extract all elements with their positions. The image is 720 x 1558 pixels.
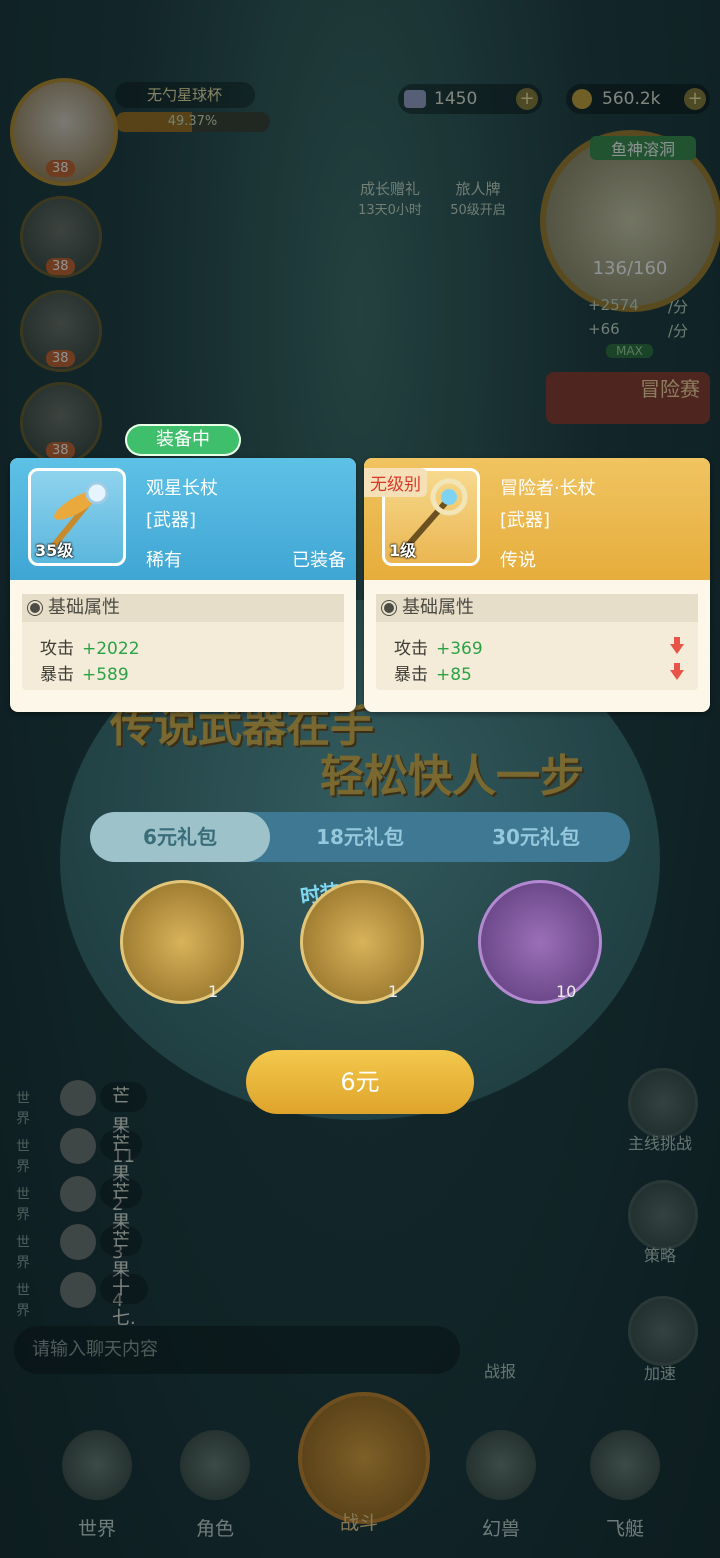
attribute-panel: 基础属性 攻击 +2022 暴击 +589	[22, 594, 344, 690]
buy-button[interactable]: 6元	[246, 1050, 474, 1114]
gift-item-staff-count: 1	[208, 982, 219, 1001]
attribute-label: 攻击	[394, 639, 428, 659]
tab-18yuan[interactable]: 18元礼包	[270, 812, 450, 862]
decrease-arrow-icon	[670, 663, 684, 680]
modal-overlay[interactable]	[0, 0, 720, 1558]
tab-30yuan[interactable]: 30元礼包	[446, 812, 626, 862]
staff-icon: 35级	[28, 468, 126, 566]
attribute-row: 攻击 +2022	[40, 634, 140, 659]
attribute-label: 暴击	[394, 665, 428, 685]
equipped-badge: 装备中	[125, 424, 241, 456]
bullet-icon	[384, 603, 394, 613]
attribute-label: 暴击	[40, 665, 74, 685]
item-name: 观星长杖	[146, 478, 218, 499]
attribute-value: +85	[436, 665, 472, 685]
item-rarity: 稀有	[146, 550, 182, 571]
attribute-row: 暴击 +589	[40, 660, 129, 685]
attribute-value: +2022	[82, 639, 140, 659]
attribute-value: +369	[436, 639, 483, 659]
attribute-row: 暴击 +85	[394, 660, 472, 685]
gift-item-book[interactable]	[478, 880, 602, 1004]
decrease-arrow-icon	[670, 637, 684, 654]
item-level: 1级	[389, 541, 417, 560]
no-class-tag: 无级别	[364, 468, 427, 497]
item-type: [武器]	[500, 510, 551, 531]
gift-item-book-count: 10	[556, 982, 577, 1001]
compare-item-card[interactable]: 无级别 1级 冒险者·长杖 [武器] 传说 基础属性 攻击 +369 暴击 +85	[364, 458, 710, 712]
gift-item-staff[interactable]	[120, 880, 244, 1004]
gift-tabs: 6元礼包 18元礼包 30元礼包	[90, 812, 630, 862]
equipped-item-card[interactable]: 35级 观星长杖 [武器] 稀有 已装备 基础属性 攻击 +2022 暴击 +589	[10, 458, 356, 712]
item-status: 已装备	[292, 550, 346, 571]
attribute-row: 攻击 +369	[394, 634, 483, 659]
attribute-title: 基础属性	[402, 597, 474, 618]
item-level: 35级	[35, 541, 74, 560]
attribute-panel: 基础属性 攻击 +369 暴击 +85	[376, 594, 698, 690]
tab-6yuan[interactable]: 6元礼包	[90, 812, 270, 862]
item-name: 冒险者·长杖	[500, 478, 596, 499]
gift-item-costume-count: 1	[388, 982, 399, 1001]
bullet-icon	[30, 603, 40, 613]
gift-item-costume[interactable]	[300, 880, 424, 1004]
item-type: [武器]	[146, 510, 197, 531]
item-rarity: 传说	[500, 550, 536, 571]
attribute-label: 攻击	[40, 639, 74, 659]
attribute-value: +589	[82, 665, 129, 685]
attribute-title: 基础属性	[48, 597, 120, 618]
